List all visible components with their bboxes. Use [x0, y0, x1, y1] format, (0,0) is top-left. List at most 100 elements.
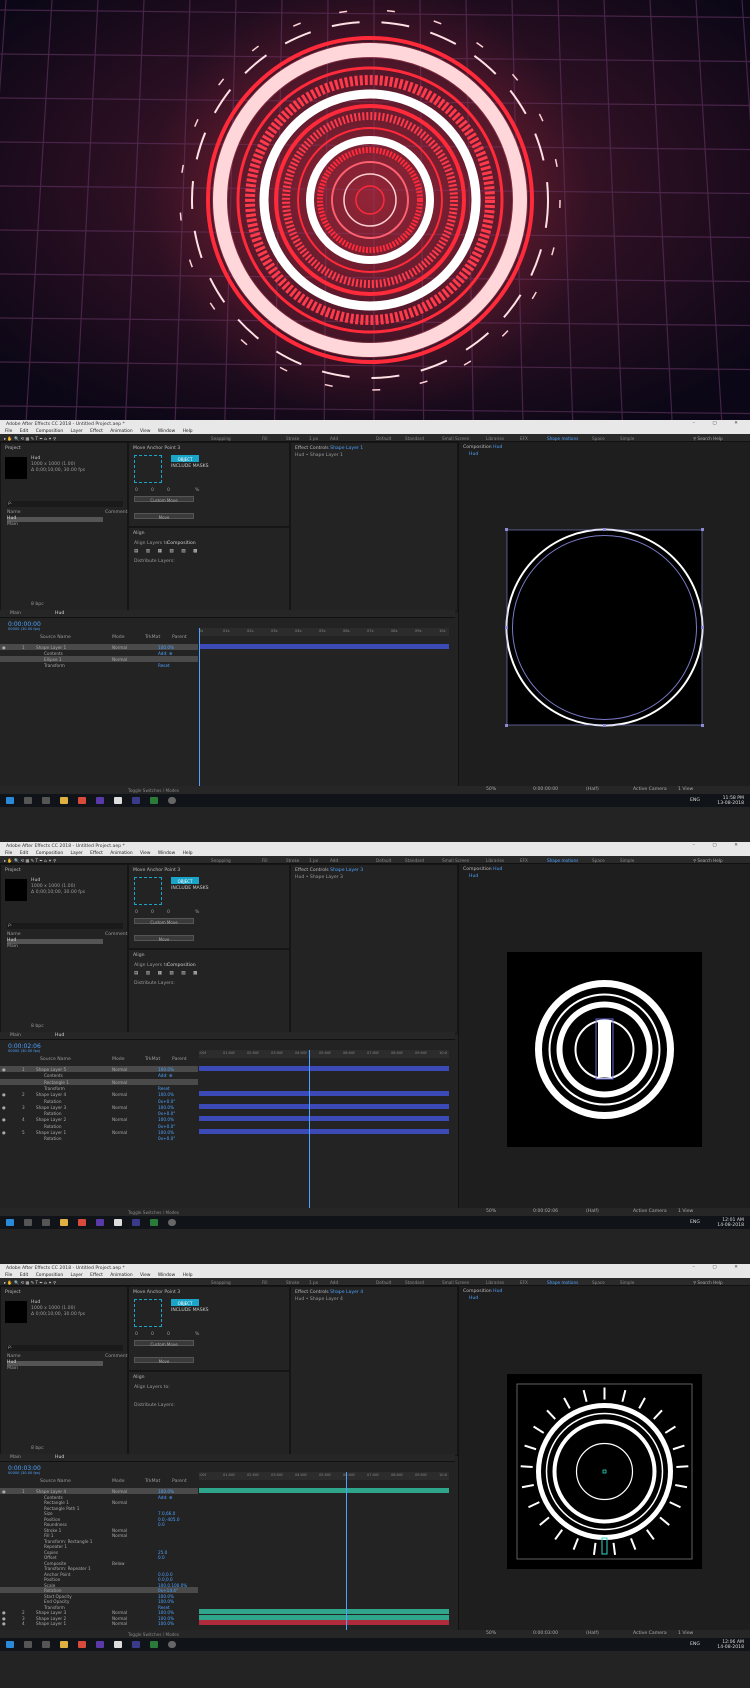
- current-time-indicator[interactable]: [199, 628, 200, 786]
- zoom-level[interactable]: 50%: [486, 787, 496, 793]
- column-comment[interactable]: Comment: [105, 1354, 128, 1360]
- workspace-small-screen[interactable]: Small Screen: [442, 858, 469, 863]
- layer-row[interactable]: Rotation 0x+0.0°: [0, 1123, 198, 1129]
- column-comment[interactable]: Comment: [105, 932, 128, 938]
- workspace-default[interactable]: Default: [376, 1280, 391, 1285]
- time-ruler[interactable]: :00f 01:00f 02:00f 03:00f 04:00f 05:00f 06:00f…: [199, 1050, 449, 1058]
- app-round-icon[interactable]: [168, 797, 176, 804]
- workspace-efx[interactable]: EFX: [520, 858, 528, 863]
- workspace-space[interactable]: Space: [592, 1280, 605, 1285]
- project-item-hud[interactable]: Hud: [7, 1360, 103, 1366]
- status-bar[interactable]: Toggle Switches / Modes: [0, 786, 458, 794]
- project-item-main[interactable]: Main: [7, 522, 18, 528]
- search-help[interactable]: ⚲ Search Help: [693, 858, 723, 863]
- workspace-default[interactable]: Default: [376, 858, 391, 863]
- workspace-small-screen[interactable]: Small Screen: [442, 436, 469, 441]
- project-tab[interactable]: Project: [5, 446, 21, 451]
- search-help[interactable]: ⚲ Search Help: [693, 436, 723, 441]
- workspace-space[interactable]: Space: [592, 858, 605, 863]
- snapping-toggle[interactable]: Snapping: [211, 858, 231, 863]
- align-icons[interactable]: ▤ ▥ ▦ ▧ ▨ ▩: [134, 971, 200, 977]
- anchor-grid[interactable]: [134, 455, 162, 483]
- eye-icon[interactable]: ●: [2, 1117, 6, 1122]
- layer-row[interactable]: ● 2 Shape Layer 4 Normal 100.0%: [0, 1091, 198, 1097]
- toggle-switches[interactable]: Toggle Switches / Modes: [128, 788, 179, 793]
- layer-duration-bar[interactable]: [199, 1609, 449, 1614]
- add-label[interactable]: Add: [330, 1280, 338, 1285]
- bpc-label[interactable]: 8 bpc: [31, 602, 44, 608]
- app-round-icon[interactable]: [168, 1641, 176, 1648]
- status-bar[interactable]: Toggle Switches / Modes: [0, 1630, 458, 1638]
- col-parent[interactable]: Parent: [172, 635, 187, 641]
- bpc-label[interactable]: 8 bpc: [31, 1024, 44, 1030]
- stroke-width[interactable]: 1 px: [309, 858, 318, 863]
- app-icon[interactable]: [114, 797, 122, 804]
- col-mode[interactable]: Mode: [112, 1479, 125, 1485]
- col-mode[interactable]: Mode: [112, 635, 125, 641]
- eye-icon[interactable]: ●: [2, 1130, 6, 1135]
- view-layout[interactable]: 1 View: [678, 1631, 693, 1637]
- anchor-z[interactable]: 0: [167, 1332, 170, 1338]
- workspace-shape-motions[interactable]: Shape motions: [547, 1280, 578, 1285]
- project-search[interactable]: ρ.: [7, 1345, 123, 1351]
- workspace-default[interactable]: Default: [376, 436, 391, 441]
- project-tab[interactable]: Project: [5, 1290, 21, 1295]
- comp-viewer[interactable]: Composition Hud Hud: [458, 442, 750, 786]
- workspace-shape-motions[interactable]: Shape motions: [547, 858, 578, 863]
- timeline-tabs[interactable]: Main Hud: [0, 1454, 455, 1462]
- search-icon[interactable]: [24, 1219, 32, 1226]
- workspace-standard[interactable]: Standard: [405, 858, 424, 863]
- task-view-icon[interactable]: [42, 1219, 50, 1226]
- snapping-toggle[interactable]: Snapping: [211, 1280, 231, 1285]
- explorer-icon[interactable]: [60, 1641, 68, 1648]
- col-source-name[interactable]: Source Name: [40, 1479, 71, 1485]
- layer-row[interactable]: Transform Reset: [0, 662, 198, 668]
- chrome-icon[interactable]: [78, 797, 86, 804]
- windows-start-icon[interactable]: [6, 1219, 14, 1226]
- comp-viewer[interactable]: Composition Hud Hud: [458, 1286, 750, 1630]
- layer-duration-bar[interactable]: [199, 1103, 449, 1109]
- workspace-simple[interactable]: Simple: [620, 858, 634, 863]
- search-icon[interactable]: [24, 1641, 32, 1648]
- project-search[interactable]: ρ.: [7, 923, 123, 929]
- layer-duration-bar[interactable]: [199, 644, 449, 649]
- col-trkmat[interactable]: TrkMat: [145, 635, 160, 641]
- language-indicator[interactable]: ENG: [690, 798, 700, 804]
- layer-duration-bar[interactable]: [199, 1116, 449, 1122]
- workspace-simple[interactable]: Simple: [620, 1280, 634, 1285]
- align-icons[interactable]: ▤ ▥ ▦ ▧ ▨ ▩: [134, 549, 200, 555]
- toggle-switches[interactable]: Toggle Switches / Modes: [128, 1210, 179, 1215]
- current-time-indicator[interactable]: [346, 1472, 347, 1630]
- move-button[interactable]: Move: [134, 935, 194, 942]
- object-button[interactable]: OBJECT: [171, 1299, 199, 1306]
- eye-icon[interactable]: ●: [2, 1067, 6, 1072]
- anchor-x[interactable]: 0: [135, 488, 138, 494]
- time-ruler[interactable]: :00f 01:00f 02:00f 03:00f 04:00f 05:00f 06:00f…: [199, 1472, 449, 1480]
- app-icon[interactable]: [114, 1219, 122, 1226]
- tools-bar[interactable]: ▸ ✋ 🔍 ⟲ ▦ ✎ T ✒ ⌂ ✦ ⚲ Snapping Fill Stro…: [0, 856, 750, 864]
- col-parent[interactable]: Parent: [172, 1057, 187, 1063]
- media-encoder-icon[interactable]: [132, 1219, 140, 1226]
- anchor-y[interactable]: 0: [151, 910, 154, 916]
- timeline-tab-main[interactable]: Main: [10, 1033, 21, 1039]
- stroke-label[interactable]: Stroke: [286, 1280, 299, 1285]
- explorer-icon[interactable]: [60, 1219, 68, 1226]
- fill-label[interactable]: Fill: [262, 1280, 268, 1285]
- workspace-space[interactable]: Space: [592, 436, 605, 441]
- current-time-indicator[interactable]: [309, 1050, 310, 1208]
- clock[interactable]: 12:06 AM 14-08-2018: [717, 1640, 744, 1650]
- fill-label[interactable]: Fill: [262, 436, 268, 441]
- eye-icon[interactable]: ●: [2, 1621, 6, 1626]
- timeline-tab-hud[interactable]: Hud: [55, 1455, 64, 1461]
- align-to-select[interactable]: Composition: [167, 963, 196, 969]
- workspace-libraries[interactable]: Libraries: [486, 1280, 504, 1285]
- stroke-width[interactable]: 1 px: [309, 1280, 318, 1285]
- layer-row[interactable]: Rotation 0x+0.0°: [0, 1135, 198, 1141]
- layer-duration-bar[interactable]: [199, 1129, 449, 1134]
- project-item-main[interactable]: Main: [7, 944, 18, 950]
- snapping-toggle[interactable]: Snapping: [211, 436, 231, 441]
- layer-duration-bar[interactable]: [199, 1066, 449, 1071]
- after-effects-icon[interactable]: [96, 1641, 104, 1648]
- task-view-icon[interactable]: [42, 797, 50, 804]
- layer-row[interactable]: ● 1 Shape Layer 5 Normal 100.0%: [0, 1066, 198, 1072]
